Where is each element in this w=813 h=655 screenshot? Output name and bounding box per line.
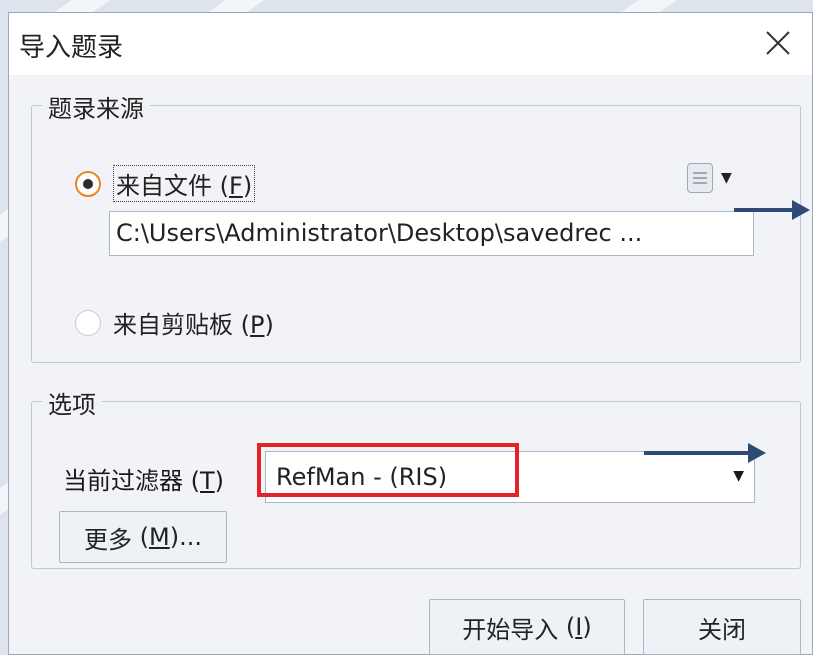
radio-from-file-indicator[interactable] <box>75 170 101 197</box>
radio-from-file[interactable]: 来自文件 (F) <box>75 165 256 202</box>
close-button[interactable] <box>758 23 798 63</box>
start-import-button[interactable]: 开始导入 (I) <box>429 599 625 655</box>
current-filter-label: 当前过滤器 (T) <box>63 467 225 495</box>
options-group-label: 选项 <box>42 385 102 420</box>
dialog-title: 导入题录 <box>19 33 124 63</box>
current-filter-select[interactable]: RefMan - (RIS) ▼ <box>265 451 755 503</box>
source-group-label: 题录来源 <box>42 89 150 124</box>
dialog-content: 题录来源 来自文件 (F) ▼ C:\Users\Administrator\D… <box>9 75 812 655</box>
more-button[interactable]: 更多 (M)... <box>59 511 227 563</box>
chevron-down-icon: ▼ <box>721 170 732 186</box>
current-filter-value: RefMan - (RIS) <box>276 463 448 491</box>
radio-from-file-label: 来自文件 (F) <box>113 165 256 202</box>
dialog-titlebar: 导入题录 <box>9 13 812 75</box>
chevron-down-icon: ▼ <box>733 468 744 484</box>
file-path-field[interactable]: C:\Users\Administrator\Desktop\savedrec … <box>109 211 754 256</box>
radio-from-clipboard-indicator[interactable] <box>75 309 101 336</box>
import-records-dialog: 导入题录 题录来源 来自文件 (F) ▼ C:\Users\Administra… <box>8 12 813 655</box>
file-menu-button[interactable]: ▼ <box>687 161 749 195</box>
radio-from-clipboard[interactable]: 来自剪贴板 (P) <box>75 305 274 340</box>
arrow-annotation-filter <box>644 443 766 463</box>
document-icon <box>687 163 713 193</box>
radio-from-clipboard-label: 来自剪贴板 (P) <box>113 311 274 339</box>
close-icon <box>766 31 790 55</box>
close-dialog-button[interactable]: 关闭 <box>643 599 801 655</box>
arrow-annotation-path <box>734 200 810 220</box>
